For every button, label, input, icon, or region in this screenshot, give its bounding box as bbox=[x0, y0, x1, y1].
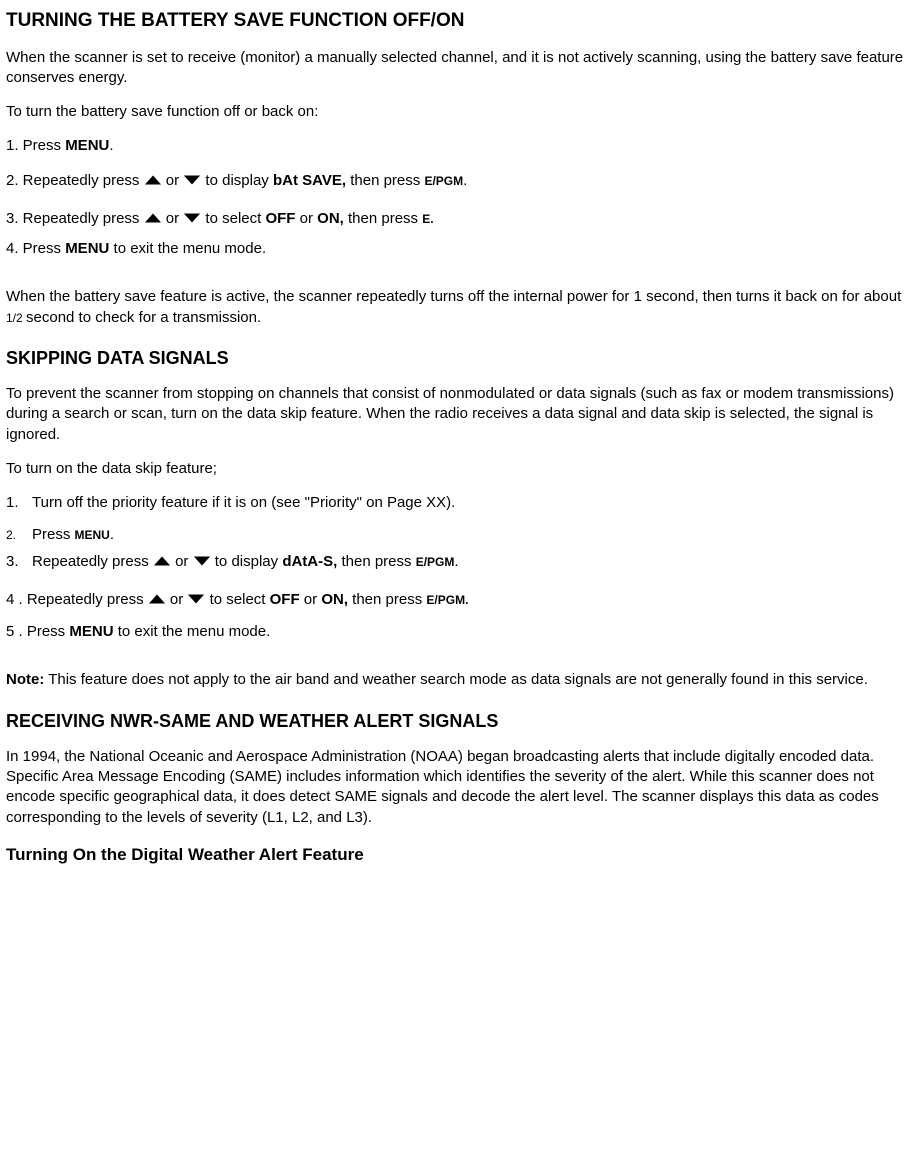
step-text: or bbox=[162, 172, 184, 189]
step-text: . bbox=[110, 526, 114, 543]
step-text: to exit the menu mode. bbox=[109, 240, 266, 257]
step-text: 4 . Repeatedly press bbox=[6, 591, 148, 608]
step-text: to display bbox=[201, 172, 273, 189]
paragraph-text: When the battery save feature is active,… bbox=[6, 288, 901, 305]
step-3: 3. Repeatedly press or to select OFF or … bbox=[6, 209, 912, 229]
down-arrow-icon bbox=[187, 593, 205, 605]
down-arrow-icon bbox=[183, 212, 201, 224]
step-5: 5 . Press MENU to exit the menu mode. bbox=[6, 622, 912, 642]
step-text: Turn off the priority feature if it is o… bbox=[32, 494, 455, 511]
key-menu: MENU bbox=[75, 528, 110, 542]
step-2: 2. Repeatedly press or to display bAt SA… bbox=[6, 171, 912, 191]
step-text: Repeatedly press bbox=[32, 553, 153, 570]
step-text: 3. Repeatedly press bbox=[6, 210, 144, 227]
step-text: . bbox=[463, 172, 467, 189]
up-arrow-icon bbox=[144, 174, 162, 186]
up-arrow-icon bbox=[153, 555, 171, 567]
step-3: 3.Repeatedly press or to display dAtA-S,… bbox=[6, 552, 912, 572]
step-2: 2.Press MENU. bbox=[6, 525, 912, 545]
instruction-lead-in: To turn on the data skip feature; bbox=[6, 459, 912, 479]
note-label: Note: bbox=[6, 671, 44, 688]
explanation-paragraph: When the battery save feature is active,… bbox=[6, 287, 912, 328]
up-arrow-icon bbox=[148, 593, 166, 605]
instruction-lead-in: To turn the battery save function off or… bbox=[6, 102, 912, 122]
key-e-pgm: E/PGM. bbox=[426, 593, 468, 607]
note-text: This feature does not apply to the air b… bbox=[44, 671, 868, 688]
paragraph-text: second to check for a transmission. bbox=[26, 309, 261, 326]
subsection-title-digital-weather: Turning On the Digital Weather Alert Fea… bbox=[6, 844, 912, 867]
step-text: then press bbox=[346, 172, 424, 189]
option-off: OFF bbox=[265, 210, 295, 227]
key-e-pgm: E/PGM bbox=[416, 555, 455, 569]
step-text: 1. Press bbox=[6, 137, 65, 154]
step-number: 1. bbox=[6, 493, 32, 513]
step-text: then press bbox=[344, 210, 422, 227]
step-number: 3. bbox=[6, 552, 32, 572]
step-text: then press bbox=[348, 591, 426, 608]
option-on: ON, bbox=[321, 591, 348, 608]
display-bat-save: bAt SAVE, bbox=[273, 172, 346, 189]
fraction-half: 1/2 bbox=[6, 311, 26, 325]
step-text: . bbox=[454, 553, 458, 570]
display-data-s: dAtA-S, bbox=[282, 553, 337, 570]
step-text: to display bbox=[211, 553, 283, 570]
down-arrow-icon bbox=[193, 555, 211, 567]
key-menu: MENU bbox=[69, 623, 113, 640]
section-title-skipping-data: SKIPPING DATA SIGNALS bbox=[6, 346, 912, 370]
step-text: or bbox=[300, 591, 322, 608]
section-title-battery-save: TURNING THE BATTERY SAVE FUNCTION OFF/ON bbox=[6, 8, 912, 34]
option-on: ON, bbox=[317, 210, 344, 227]
step-text: then press bbox=[337, 553, 415, 570]
key-e-pgm: E/PGM bbox=[424, 174, 463, 188]
key-menu: MENU bbox=[65, 240, 109, 257]
step-text: 2. Repeatedly press bbox=[6, 172, 144, 189]
key-menu: MENU bbox=[65, 137, 109, 154]
step-text: . bbox=[109, 137, 113, 154]
step-1: 1. Press MENU. bbox=[6, 136, 912, 156]
intro-paragraph: To prevent the scanner from stopping on … bbox=[6, 384, 912, 445]
step-text: to select bbox=[205, 591, 269, 608]
step-text: or bbox=[166, 591, 188, 608]
step-text: Press bbox=[32, 526, 75, 543]
step-4: 4 . Repeatedly press or to select OFF or… bbox=[6, 590, 912, 610]
step-text: or bbox=[295, 210, 317, 227]
step-1: 1.Turn off the priority feature if it is… bbox=[6, 493, 912, 513]
note-paragraph: Note: This feature does not apply to the… bbox=[6, 670, 912, 690]
step-text: 4. Press bbox=[6, 240, 65, 257]
step-text: 5 . Press bbox=[6, 623, 69, 640]
step-4: 4. Press MENU to exit the menu mode. bbox=[6, 239, 912, 259]
step-text: or bbox=[171, 553, 193, 570]
section-title-nwr-same: RECEIVING NWR-SAME AND WEATHER ALERT SIG… bbox=[6, 709, 912, 733]
step-number: 2. bbox=[6, 527, 32, 543]
step-text: to exit the menu mode. bbox=[114, 623, 271, 640]
step-text: or bbox=[162, 210, 184, 227]
body-paragraph: In 1994, the National Oceanic and Aerosp… bbox=[6, 747, 912, 828]
intro-paragraph: When the scanner is set to receive (moni… bbox=[6, 48, 912, 89]
key-e: E. bbox=[422, 212, 433, 226]
step-text: to select bbox=[201, 210, 265, 227]
option-off: OFF bbox=[270, 591, 300, 608]
down-arrow-icon bbox=[183, 174, 201, 186]
up-arrow-icon bbox=[144, 212, 162, 224]
